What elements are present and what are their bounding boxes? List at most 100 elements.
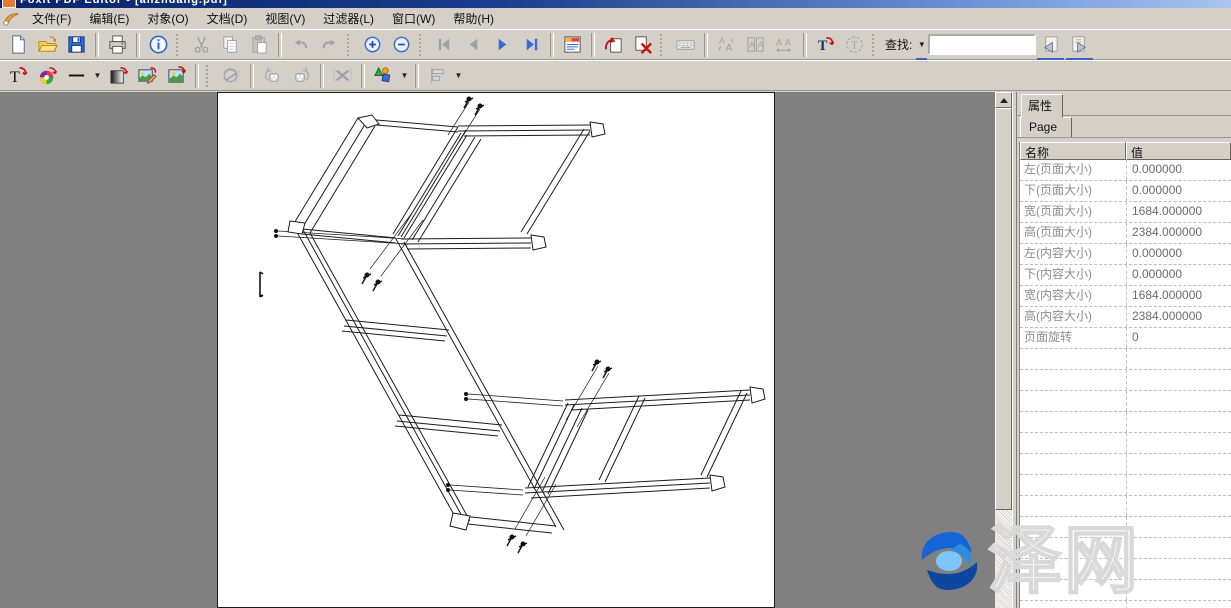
insert-page-button[interactable] bbox=[599, 32, 628, 58]
align-button[interactable] bbox=[423, 63, 452, 89]
copy-button[interactable] bbox=[216, 32, 245, 58]
next-page-button[interactable] bbox=[488, 32, 517, 58]
info-button[interactable] bbox=[144, 32, 173, 58]
rotate-right-button[interactable] bbox=[287, 63, 316, 89]
property-name: 宽(页面大小) bbox=[1020, 202, 1126, 222]
zoom-out-button[interactable] bbox=[387, 32, 416, 58]
save-button[interactable] bbox=[62, 32, 91, 58]
last-page-button[interactable] bbox=[517, 32, 546, 58]
property-value[interactable]: 0.000000 bbox=[1126, 244, 1231, 264]
add-text-button[interactable]: T bbox=[811, 32, 840, 58]
property-value[interactable]: 2384.000000 bbox=[1126, 307, 1231, 327]
page-layout-button[interactable] bbox=[558, 32, 587, 58]
redo-button[interactable] bbox=[315, 32, 344, 58]
property-value[interactable] bbox=[1126, 538, 1231, 558]
document-menu-icon[interactable] bbox=[3, 12, 19, 26]
find-prev-button[interactable] bbox=[1036, 32, 1065, 58]
property-value[interactable]: 0 bbox=[1126, 328, 1231, 348]
property-value[interactable] bbox=[1126, 580, 1231, 600]
menu-item-1[interactable]: 编辑(E) bbox=[80, 8, 138, 29]
toolbar-grip[interactable] bbox=[206, 65, 212, 87]
property-value[interactable]: 0.000000 bbox=[1126, 181, 1231, 201]
text-caret bbox=[257, 271, 265, 299]
column-header-value[interactable]: 值 bbox=[1126, 142, 1231, 160]
properties-title-tab[interactable]: 属性 bbox=[1021, 94, 1063, 118]
property-row bbox=[1020, 433, 1231, 454]
text-object-button[interactable]: T bbox=[840, 32, 869, 58]
menu-item-0[interactable]: 文件(F) bbox=[23, 8, 80, 29]
property-value[interactable] bbox=[1126, 412, 1231, 432]
char-spacing-button[interactable]: AA bbox=[770, 32, 799, 58]
replace-font-button[interactable]: AA bbox=[712, 32, 741, 58]
delete-page-button[interactable] bbox=[628, 32, 657, 58]
find-input[interactable] bbox=[928, 34, 1036, 55]
property-value[interactable] bbox=[1126, 433, 1231, 453]
property-value[interactable] bbox=[1126, 517, 1231, 537]
toolbar-grip[interactable] bbox=[660, 34, 666, 56]
pdf-page[interactable] bbox=[217, 92, 775, 608]
property-value[interactable]: 0.000000 bbox=[1126, 160, 1231, 180]
document-workspace[interactable] bbox=[0, 92, 1013, 608]
property-value[interactable] bbox=[1126, 496, 1231, 516]
zoom-in-button[interactable] bbox=[358, 32, 387, 58]
menu-item-5[interactable]: 过滤器(L) bbox=[314, 8, 383, 29]
property-value[interactable]: 0.000000 bbox=[1126, 265, 1231, 285]
scroll-up-button[interactable] bbox=[995, 92, 1012, 108]
column-header-name[interactable]: 名称 bbox=[1020, 142, 1126, 160]
property-value[interactable] bbox=[1126, 370, 1231, 390]
find-dropdown-button[interactable]: ▼ bbox=[915, 32, 928, 58]
embed-font-button[interactable]: AA bbox=[741, 32, 770, 58]
property-name: 高(内容大小) bbox=[1020, 307, 1126, 327]
toolbar-grip[interactable] bbox=[176, 34, 182, 56]
property-row: 页面旋转0 bbox=[1020, 328, 1231, 349]
add-text-tool-button[interactable]: T bbox=[4, 63, 33, 89]
new-document-button[interactable] bbox=[4, 32, 33, 58]
open-button[interactable] bbox=[33, 32, 62, 58]
property-value[interactable] bbox=[1126, 601, 1231, 608]
toolbar-grip[interactable] bbox=[872, 34, 878, 56]
keyboard-button[interactable] bbox=[671, 32, 700, 58]
vertical-scrollbar[interactable] bbox=[995, 92, 1012, 608]
fill-tool-button[interactable] bbox=[104, 63, 133, 89]
prev-page-button[interactable] bbox=[459, 32, 488, 58]
menu-item-7[interactable]: 帮助(H) bbox=[444, 8, 503, 29]
property-row: 左(页面大小)0.000000 bbox=[1020, 160, 1231, 181]
properties-panel: 属性 Page 名称 值 左(页面大小)0.000000下(页面大小)0.000… bbox=[1016, 92, 1231, 608]
menu-item-6[interactable]: 窗口(W) bbox=[383, 8, 444, 29]
line-dropdown-button[interactable]: ▼ bbox=[91, 63, 104, 89]
property-value[interactable] bbox=[1126, 349, 1231, 369]
property-row bbox=[1020, 496, 1231, 517]
property-value[interactable]: 2384.000000 bbox=[1126, 223, 1231, 243]
add-image-button[interactable] bbox=[162, 63, 191, 89]
paste-button[interactable] bbox=[245, 32, 274, 58]
align-dropdown-button[interactable]: ▼ bbox=[452, 63, 465, 89]
rotate-left-button[interactable] bbox=[258, 63, 287, 89]
shapes-tool-button[interactable] bbox=[369, 63, 398, 89]
menu-item-2[interactable]: 对象(O) bbox=[138, 8, 197, 29]
property-value[interactable] bbox=[1126, 475, 1231, 495]
property-name bbox=[1020, 538, 1126, 558]
toolbar-grip[interactable] bbox=[347, 34, 353, 56]
first-page-button[interactable] bbox=[430, 32, 459, 58]
cut-button[interactable] bbox=[187, 32, 216, 58]
edit-image-button[interactable] bbox=[133, 63, 162, 89]
menu-item-3[interactable]: 文档(D) bbox=[198, 8, 257, 29]
property-value[interactable] bbox=[1126, 559, 1231, 579]
property-value[interactable] bbox=[1126, 391, 1231, 411]
find-next-button[interactable] bbox=[1065, 32, 1094, 58]
undo-button[interactable] bbox=[286, 32, 315, 58]
delete-object-button[interactable] bbox=[328, 63, 357, 89]
print-button[interactable] bbox=[103, 32, 132, 58]
toolbar-grip[interactable] bbox=[419, 34, 425, 56]
shapes-dropdown-button[interactable]: ▼ bbox=[398, 63, 411, 89]
property-value[interactable]: 1684.000000 bbox=[1126, 286, 1231, 306]
tab-page[interactable]: Page bbox=[1020, 117, 1072, 137]
line-tool-button[interactable] bbox=[62, 63, 91, 89]
property-value[interactable] bbox=[1126, 454, 1231, 474]
select-object-button[interactable] bbox=[217, 63, 246, 89]
property-value[interactable]: 1684.000000 bbox=[1126, 202, 1231, 222]
color-tool-button[interactable] bbox=[33, 63, 62, 89]
menu-item-4[interactable]: 视图(V) bbox=[256, 8, 314, 29]
scrollbar-thumb[interactable] bbox=[995, 108, 1012, 510]
property-row: 下(页面大小)0.000000 bbox=[1020, 181, 1231, 202]
